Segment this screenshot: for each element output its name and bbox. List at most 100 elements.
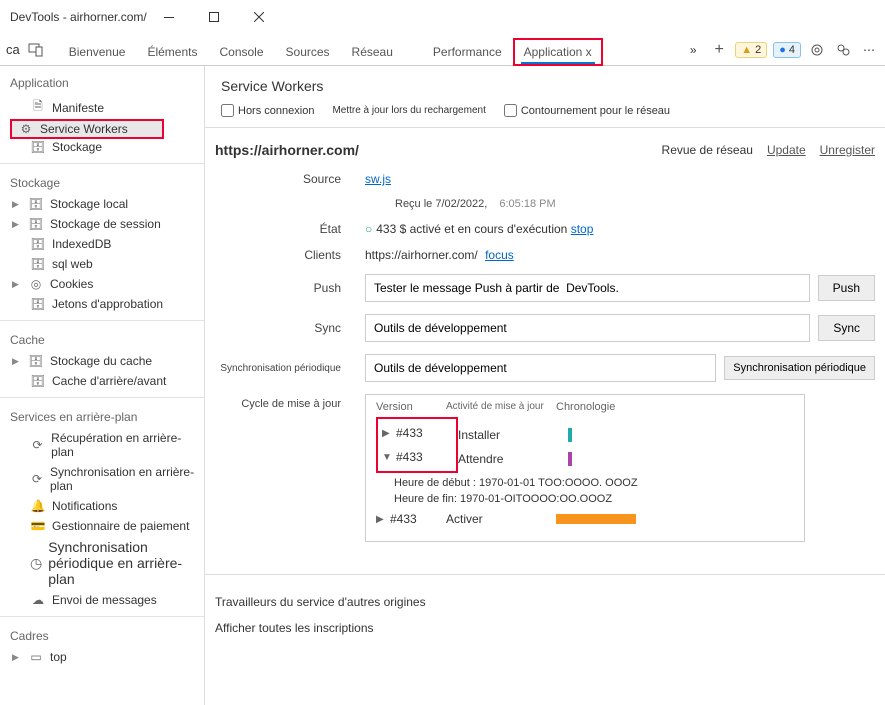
label: Contournement pour le réseau xyxy=(521,105,670,117)
file-icon: 🗎 xyxy=(30,97,46,118)
offline-checkbox[interactable]: Hors connexion xyxy=(221,104,314,117)
add-tab-icon[interactable]: + xyxy=(709,40,729,60)
messages-badge[interactable]: ●4 xyxy=(773,42,801,58)
sidebar-item-manifest[interactable]: 🗎Manifeste xyxy=(0,94,204,121)
label: Cache d'arrière/avant xyxy=(52,374,166,388)
tab-network[interactable]: Réseau xyxy=(341,38,404,66)
label: Stockage de session xyxy=(50,217,161,231)
frame-icon: ▭ xyxy=(28,650,44,664)
sync-icon: ⟳ xyxy=(30,438,45,452)
source-link[interactable]: sw.js xyxy=(365,172,391,186)
sidebar-item-bg-fetch[interactable]: ⟳Récupération en arrière-plan xyxy=(0,428,204,462)
version-row[interactable]: ▶ #433 xyxy=(382,421,452,445)
focus-link[interactable]: focus xyxy=(485,248,514,262)
status-indicator xyxy=(365,222,376,236)
warnings-badge[interactable]: ▲2 xyxy=(735,42,767,58)
sidebar-item-bg-sync[interactable]: ⟳Synchronisation en arrière-plan xyxy=(0,462,204,496)
version-row[interactable]: ▶ #433 Activer xyxy=(376,507,794,531)
close-button[interactable] xyxy=(237,2,282,32)
unregister-link[interactable]: Unregister xyxy=(820,143,875,157)
settings-icon[interactable] xyxy=(807,40,827,60)
maximize-button[interactable] xyxy=(192,2,237,32)
section-cache: Cache xyxy=(0,327,204,351)
label: Stockage xyxy=(52,140,102,154)
sync-button[interactable]: Sync xyxy=(818,315,875,341)
section-storage: Stockage xyxy=(0,170,204,194)
version-highlight: ▶ #433 ▼ #433 xyxy=(376,417,458,473)
network-review-link[interactable]: Revue de réseau xyxy=(662,143,753,157)
sidebar-item-cookies[interactable]: ▶◎Cookies xyxy=(0,274,204,294)
tab-application[interactable]: Application x xyxy=(513,38,603,66)
other-origins-link[interactable]: Travailleurs du service d'autres origine… xyxy=(215,589,875,615)
push-button[interactable]: Push xyxy=(818,275,875,301)
cloud-icon: ☁ xyxy=(30,593,46,607)
sidebar-item-push-messaging[interactable]: ☁Envoi de messages xyxy=(0,590,204,610)
stop-link[interactable]: stop xyxy=(571,222,594,236)
label: Synchronisation en arrière-plan xyxy=(50,465,196,493)
expand-icon: ▶ xyxy=(12,219,22,230)
clock-icon: ◷ xyxy=(30,555,42,572)
sidebar-item-back-forward-cache[interactable]: 🗄Cache d'arrière/avant xyxy=(0,371,204,391)
sidebar-item-service-workers[interactable]: ⚙Service Workers xyxy=(10,119,164,139)
sidebar-item-trust-tokens[interactable]: 🗄Jetons d'approbation xyxy=(0,294,204,314)
update-on-reload-checkbox[interactable]: Mettre à jour lors du rechargement xyxy=(332,105,485,116)
update-link[interactable]: Update xyxy=(767,143,806,157)
start-time: Heure de début : 1970-01-01 TOO:OOOO. OO… xyxy=(376,475,794,491)
update-cycle-box: Version Activité de mise à jour Chronolo… xyxy=(365,394,805,542)
feedback-icon[interactable] xyxy=(833,40,853,60)
sidebar-item-local-storage[interactable]: ▶🗄Stockage local xyxy=(0,194,204,214)
clients-text: https://airhorner.com/ xyxy=(365,248,478,262)
label: Stockage du cache xyxy=(50,354,152,368)
expand-icon: ▶ xyxy=(12,652,22,663)
label: Service Workers xyxy=(40,122,128,136)
sync-label: Sync xyxy=(215,321,365,335)
sidebar-item-session-storage[interactable]: ▶🗄Stockage de session xyxy=(0,214,204,234)
devtools-toolbar: ca Bienvenue Éléments Console Sources Ré… xyxy=(0,34,885,66)
label: top xyxy=(50,650,67,664)
tab-performance[interactable]: Performance xyxy=(422,38,513,66)
more-icon[interactable]: ⋯ xyxy=(859,40,879,60)
source-label: Source xyxy=(215,172,365,186)
window-title: DevTools - airhorner.com/ xyxy=(10,10,147,24)
footer: Travailleurs du service d'autres origine… xyxy=(205,574,885,655)
tab-welcome[interactable]: Bienvenue xyxy=(58,38,137,66)
sidebar-item-indexeddb[interactable]: 🗄IndexedDB xyxy=(0,234,204,254)
push-input[interactable] xyxy=(365,274,810,302)
expand-icon: ▶ xyxy=(12,199,22,210)
sync-input[interactable] xyxy=(365,314,810,342)
sidebar-item-top-frame[interactable]: ▶ ▭ top xyxy=(0,647,204,667)
received-date: Reçu le 7/02/2022, xyxy=(395,198,487,210)
database-icon: 🗄 xyxy=(30,237,46,251)
state-label: État xyxy=(215,222,365,236)
panel-title: Service Workers xyxy=(215,74,875,104)
sidebar-item-storage[interactable]: 🗄 Stockage xyxy=(0,137,204,157)
content-panel: Service Workers Hors connexion Mettre à … xyxy=(205,66,885,705)
sidebar-item-payment-handler[interactable]: 💳Gestionnaire de paiement xyxy=(0,516,204,536)
sidebar-item-notifications[interactable]: 🔔Notifications xyxy=(0,496,204,516)
window-controls xyxy=(147,2,282,32)
periodic-input[interactable] xyxy=(365,354,716,382)
show-all-link[interactable]: Afficher toutes les inscriptions xyxy=(215,615,875,641)
registration-card: https://airhorner.com/ Revue de réseau U… xyxy=(205,127,885,558)
collapse-icon: ▼ xyxy=(382,452,396,463)
inspect-label[interactable]: ca xyxy=(6,42,20,57)
version-row[interactable]: ▼ #433 xyxy=(382,445,452,469)
bypass-checkbox[interactable]: Contournement pour le réseau xyxy=(504,104,670,117)
tab-sources[interactable]: Sources xyxy=(275,38,341,66)
main: Application 🗎Manifeste ⚙Service Workers … xyxy=(0,66,885,705)
device-toggle-icon[interactable] xyxy=(26,40,46,60)
periodic-button[interactable]: Synchronisation périodique xyxy=(724,356,875,380)
database-icon: 🗄 xyxy=(30,140,46,154)
activity-wait: Attendre xyxy=(458,452,568,466)
database-icon: 🗄 xyxy=(30,257,46,271)
tab-console[interactable]: Console xyxy=(208,38,274,66)
minimize-button[interactable] xyxy=(147,2,192,32)
section-application: Application xyxy=(0,70,204,94)
label: Hors connexion xyxy=(238,105,314,117)
sidebar-item-websql[interactable]: 🗄sql web xyxy=(0,254,204,274)
sidebar-item-periodic-sync[interactable]: ◷Synchronisation périodique en arrière-p… xyxy=(0,536,204,590)
more-tabs-icon[interactable]: » xyxy=(683,40,703,60)
tab-elements[interactable]: Éléments xyxy=(136,38,208,66)
sidebar-item-cache-storage[interactable]: ▶🗄Stockage du cache xyxy=(0,351,204,371)
database-icon: 🗄 xyxy=(30,297,46,311)
